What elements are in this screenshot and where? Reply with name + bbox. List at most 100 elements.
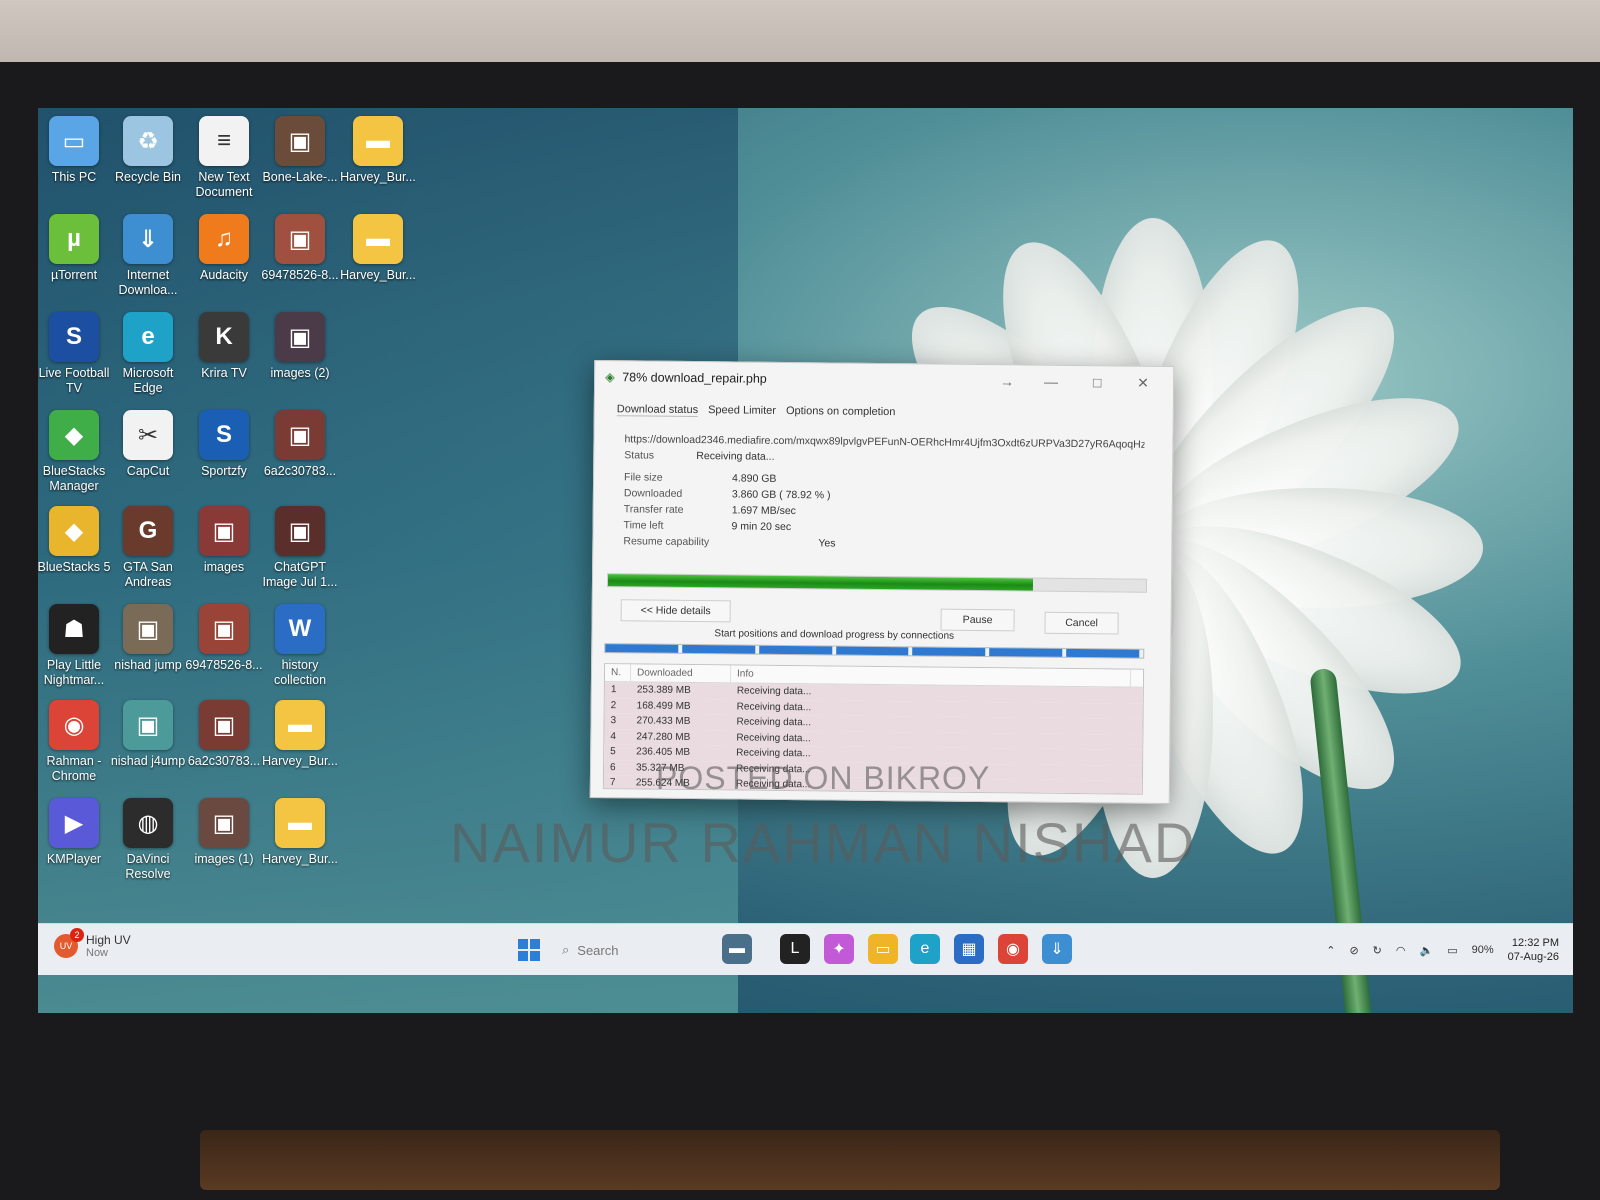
bluestacks-icon: ◆ bbox=[49, 410, 99, 460]
edge-icon[interactable]: e bbox=[910, 934, 940, 964]
desktop-icon[interactable]: ▣ 6a2c30783... bbox=[260, 410, 340, 479]
table-cell: 6 bbox=[609, 761, 616, 773]
desktop-icon[interactable]: ✂ CapCut bbox=[108, 410, 188, 479]
desktop-icon[interactable]: ▣ images bbox=[184, 506, 264, 575]
start-button[interactable] bbox=[518, 939, 540, 961]
monitor-icon: ▭ bbox=[49, 116, 99, 166]
text-file-icon: ≡ bbox=[199, 116, 249, 166]
terminal-icon[interactable]: L bbox=[780, 934, 810, 964]
desktop-icon[interactable]: ▣ ChatGPT Image Jul 1... bbox=[260, 506, 340, 590]
desktop-icon[interactable]: ≡ New Text Document bbox=[184, 116, 264, 200]
desktop-icon-label: images (2) bbox=[270, 366, 330, 380]
table-cell: 1 bbox=[610, 684, 617, 696]
desktop-icon[interactable]: ♻ Recycle Bin bbox=[108, 116, 188, 185]
table-cell: 168.499 MB bbox=[636, 699, 691, 712]
desktop-icon[interactable]: ▣ nishad j4ump bbox=[108, 700, 188, 769]
desktop-icon[interactable]: ♫ Audacity bbox=[184, 214, 264, 283]
desktop-icon[interactable]: S Live Football TV bbox=[38, 312, 114, 396]
field-label: Downloaded bbox=[623, 487, 683, 500]
desktop-icon[interactable]: ▬ Harvey_Bur... bbox=[338, 116, 418, 185]
status-value: Receiving data... bbox=[696, 450, 775, 463]
pause-button[interactable]: Pause bbox=[940, 608, 1015, 632]
copilot-icon[interactable]: ✦ bbox=[824, 934, 854, 964]
desktop-icon[interactable]: S Sportzfy bbox=[184, 410, 264, 479]
desktop-icon[interactable]: ▶ KMPlayer bbox=[38, 798, 114, 867]
sportzfy-icon: S bbox=[199, 410, 249, 460]
desktop-icon-label: Recycle Bin bbox=[115, 170, 181, 184]
chrome-icon[interactable]: ◉ bbox=[998, 934, 1028, 964]
store-icon[interactable]: ▦ bbox=[954, 934, 984, 964]
desktop-icon[interactable]: G GTA San Andreas bbox=[108, 506, 188, 590]
desktop-icon[interactable]: e Microsoft Edge bbox=[108, 312, 188, 396]
desktop-icon[interactable]: ▣ images (2) bbox=[260, 312, 340, 381]
desktop-icon-label: Microsoft Edge bbox=[122, 366, 174, 395]
tab-options-on-completion[interactable]: Options on completion bbox=[786, 405, 896, 419]
desktop-icon[interactable]: µ µTorrent bbox=[38, 214, 114, 283]
weather-title: High UV bbox=[86, 933, 131, 947]
chevron-up-icon[interactable]: ⌃ bbox=[1326, 944, 1335, 957]
maximize-button[interactable]: □ bbox=[1077, 371, 1117, 393]
desktop-icon[interactable]: ▣ 6a2c30783... bbox=[184, 700, 264, 769]
header-number[interactable]: N. bbox=[604, 664, 632, 682]
sync-icon[interactable]: ↻ bbox=[1373, 944, 1382, 957]
search-icon: ⌕ bbox=[562, 942, 570, 957]
file-explorer-icon[interactable]: ▭ bbox=[868, 934, 898, 964]
desktop-icon-label: This PC bbox=[51, 170, 97, 184]
desktop-icon-label: µTorrent bbox=[50, 268, 98, 282]
desktop-icon[interactable]: ⇓ Internet Downloa... bbox=[108, 214, 188, 298]
header-downloaded[interactable]: Downloaded bbox=[630, 664, 732, 683]
idm-icon[interactable]: ⇓ bbox=[1042, 934, 1072, 964]
desktop-icon[interactable]: K Krira TV bbox=[184, 312, 264, 381]
kmplayer-icon: ▶ bbox=[49, 798, 99, 848]
desktop-icon[interactable]: ▬ Harvey_Bur... bbox=[338, 214, 418, 283]
image-icon: ▣ bbox=[199, 798, 249, 848]
tab-speed-limiter[interactable]: Speed Limiter bbox=[708, 404, 776, 418]
table-cell: 270.433 MB bbox=[636, 715, 691, 728]
image-icon: ▣ bbox=[199, 604, 249, 654]
arrow-icon[interactable]: → bbox=[987, 370, 1027, 392]
desktop-icon[interactable]: ▣ Bone-Lake-... bbox=[260, 116, 340, 185]
desktop-icon[interactable]: ▣ 69478526-8... bbox=[260, 214, 340, 283]
weather-subtitle: Now bbox=[86, 947, 109, 959]
connection-segment bbox=[835, 646, 913, 656]
taskbar-search[interactable]: ⌕ Search bbox=[562, 934, 722, 966]
weather-widget[interactable]: UV 2 High UV Now bbox=[54, 928, 131, 959]
clock[interactable]: 12:32 PM 07-Aug-26 bbox=[1508, 936, 1559, 964]
connection-segment bbox=[912, 647, 990, 657]
desktop-icon[interactable]: ◆ BlueStacks 5 bbox=[38, 506, 114, 575]
minimize-button[interactable]: — bbox=[1031, 371, 1071, 393]
cancel-button[interactable]: Cancel bbox=[1044, 611, 1119, 635]
desk-surface bbox=[200, 1130, 1500, 1190]
desktop-icon[interactable]: ▣ nishad jump bbox=[108, 604, 188, 673]
desktop-icon[interactable]: ▬ Harvey_Bur... bbox=[260, 700, 340, 769]
table-cell: 7 bbox=[609, 777, 616, 789]
desktop-icon[interactable]: ◍ DaVinci Resolve bbox=[108, 798, 188, 882]
desktop-icon[interactable]: ▣ images (1) bbox=[184, 798, 264, 867]
battery-icon[interactable]: ▭ bbox=[1447, 944, 1457, 957]
image-icon: ▣ bbox=[123, 604, 173, 654]
uv-icon: UV 2 bbox=[54, 928, 84, 958]
car-wallpaper-icon[interactable]: ▬ bbox=[722, 934, 752, 964]
desktop-icon[interactable]: ▭ This PC bbox=[38, 116, 114, 185]
desktop-icon[interactable]: ☗ Play Little Nightmar... bbox=[38, 604, 114, 688]
desktop-icon[interactable]: ◆ BlueStacks Manager bbox=[38, 410, 114, 494]
wifi-icon[interactable]: ◠ bbox=[1396, 944, 1406, 957]
folder-icon: ▬ bbox=[353, 116, 403, 166]
desktop-icon[interactable]: Whistory collection bbox=[260, 604, 340, 688]
image-icon: ▣ bbox=[275, 214, 325, 264]
volume-icon[interactable]: 🔈 bbox=[1419, 944, 1433, 957]
field-label: File size bbox=[624, 471, 663, 484]
gta-icon: G bbox=[123, 506, 173, 556]
hide-details-button[interactable]: << Hide details bbox=[620, 599, 731, 623]
desktop-icon[interactable]: ▬ Harvey_Bur... bbox=[260, 798, 340, 867]
close-button[interactable]: ✕ bbox=[1123, 372, 1163, 394]
tab-download-status[interactable]: Download status bbox=[616, 403, 699, 418]
desktop-icon[interactable]: ▣ 69478526-8... bbox=[184, 604, 264, 673]
download-url: https://download2346.mediafire.com/mxqwx… bbox=[624, 433, 1145, 451]
bluestacks-icon: ◆ bbox=[49, 506, 99, 556]
desktop-icon-label: 69478526-8... bbox=[185, 658, 263, 672]
network-off-icon[interactable]: ⊘ bbox=[1349, 944, 1358, 957]
desktop-icon-label: 6a2c30783... bbox=[187, 754, 261, 768]
chrome-icon: ◉ bbox=[49, 700, 99, 750]
desktop-icon[interactable]: ◉ Rahman - Chrome bbox=[38, 700, 114, 784]
